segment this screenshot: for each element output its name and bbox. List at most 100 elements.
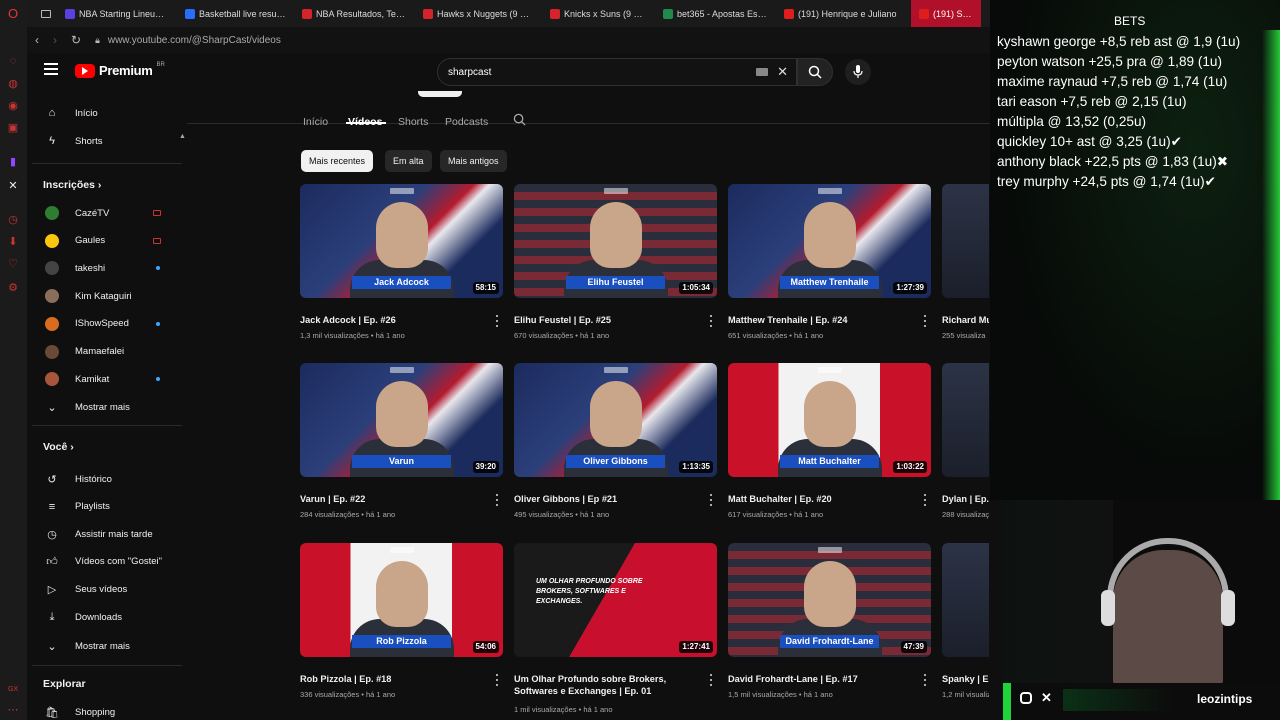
menu-icon[interactable]: [44, 63, 58, 75]
browser-tab[interactable]: Knicks x Suns (9 de jan,: [542, 0, 655, 27]
chip-mais-antigos[interactable]: Mais antigos: [440, 150, 507, 172]
sidebar-item[interactable]: ⌂ Início: [27, 101, 185, 125]
video-card[interactable]: Rob Pizzola 54:06 Rob Pizzola | Ep. #18 336…: [300, 543, 503, 708]
video-thumbnail[interactable]: Rob Pizzola 54:06: [300, 543, 503, 657]
video-title[interactable]: Richard Mu: [942, 314, 989, 326]
reload-icon[interactable]: ↻: [71, 33, 81, 47]
video-thumbnail[interactable]: Oliver Gibbons 1:13:35: [514, 363, 717, 477]
video-thumbnail[interactable]: [942, 184, 989, 298]
x-social-icon[interactable]: ✕: [6, 178, 20, 192]
sidebar-item[interactable]: Kim Kataguiri: [27, 284, 185, 308]
video-title[interactable]: Spanky | Ep. #: [942, 673, 989, 685]
browser-tab[interactable]: Hawks x Nuggets (9 de j: [415, 0, 542, 27]
voice-search-button[interactable]: [845, 59, 871, 85]
gx-icon[interactable]: GX: [6, 682, 20, 696]
tab-menu-icon[interactable]: [35, 0, 57, 27]
more-options-icon[interactable]: [495, 674, 499, 686]
sidebar-item[interactable]: ↺ Histórico: [27, 467, 185, 491]
sidebar-item[interactable]: takeshi: [27, 256, 185, 280]
video-title[interactable]: Um Olhar Profundo sobre Brokers, Softwar…: [514, 673, 704, 697]
sidebar-item[interactable]: Kamikat: [27, 367, 185, 391]
back-icon[interactable]: ‹: [35, 33, 39, 47]
sidebar-item[interactable]: ≡ Playlists: [27, 495, 185, 519]
instagram-icon[interactable]: ▣: [6, 120, 20, 134]
more-options-icon[interactable]: [495, 494, 499, 506]
sidebar-item[interactable]: IShowSpeed: [27, 312, 185, 336]
video-card[interactable]: Spanky | Ep. # 1,2 mil visualiza: [942, 543, 989, 708]
browser-tab[interactable]: (191) Henrique e Juliano: [776, 0, 911, 27]
video-thumbnail[interactable]: [942, 363, 989, 477]
sidebar-section-title[interactable]: Explorar: [43, 678, 86, 690]
video-title[interactable]: Varun | Ep. #22: [300, 493, 490, 505]
browser-tab[interactable]: (191) SharpCast: [911, 0, 981, 27]
sidebar-item[interactable]: Mamaefalei: [27, 340, 185, 364]
browser-tab[interactable]: Basketball live results &: [177, 0, 294, 27]
downloads-side-icon[interactable]: ⬇: [6, 234, 20, 248]
video-card[interactable]: Varun 39:20 Varun | Ep. #22 284 visualizaçõ…: [300, 363, 503, 528]
bookmarks-side-icon[interactable]: ♡: [6, 256, 20, 270]
video-card[interactable]: Oliver Gibbons 1:13:35 Oliver Gibbons | Ep…: [514, 363, 717, 528]
video-thumbnail[interactable]: David Frohardt-Lane 47:39: [728, 543, 931, 657]
sidebar-item[interactable]: CazéTV: [27, 201, 185, 225]
video-thumbnail[interactable]: Jack Adcock 58:15: [300, 184, 503, 298]
youtube-logo[interactable]: Premium BR: [75, 62, 165, 78]
video-card[interactable]: David Frohardt-Lane 47:39 David Frohardt-L…: [728, 543, 931, 708]
video-thumbnail[interactable]: Matthew Trenhaile 1:27:39: [728, 184, 931, 298]
video-title[interactable]: Matt Buchalter | Ep. #20: [728, 493, 918, 505]
sidebar-section-title[interactable]: Você ›: [43, 441, 74, 453]
more-options-icon[interactable]: [495, 315, 499, 327]
video-title[interactable]: Dylan | Ep. #: [942, 493, 989, 505]
video-card[interactable]: Matthew Trenhaile 1:27:39 Matthew Trenhail…: [728, 184, 931, 349]
tab-inicio[interactable]: Início: [303, 116, 328, 128]
search-input[interactable]: sharpcast ✕: [437, 58, 797, 86]
sidebar-item[interactable]: ⌄ Mostrar mais: [27, 395, 185, 419]
video-card[interactable]: Jack Adcock 58:15 Jack Adcock | Ep. #26 1,3…: [300, 184, 503, 349]
video-thumbnail[interactable]: UM OLHAR PROFUNDO SOBRE BROKERS, SOFTWAR…: [514, 543, 717, 657]
messenger-icon[interactable]: ◉: [6, 98, 20, 112]
more-options-icon[interactable]: [923, 674, 927, 686]
browser-tab[interactable]: NBA Starting Lineups: Ba: [57, 0, 177, 27]
video-card[interactable]: UM OLHAR PROFUNDO SOBRE BROKERS, SOFTWAR…: [514, 543, 717, 714]
browser-tab[interactable]: NBA Resultados, Tempo: [294, 0, 415, 27]
sidebar-section-title[interactable]: Inscrições ›: [43, 179, 101, 191]
twitch-icon[interactable]: ▮: [6, 154, 20, 168]
sidebar-item[interactable]: ⌄ Mostrar mais: [27, 634, 185, 658]
aria-icon[interactable]: ◌: [6, 54, 20, 68]
forward-icon[interactable]: ›: [53, 33, 57, 47]
video-card[interactable]: Dylan | Ep. # 288 visualizaç: [942, 363, 989, 528]
keyboard-icon[interactable]: [756, 68, 768, 76]
more-options-icon[interactable]: [709, 315, 713, 327]
more-options-icon[interactable]: [923, 494, 927, 506]
sidebar-item[interactable]: ϟ Shorts: [27, 129, 185, 153]
video-title[interactable]: Rob Pizzola | Ep. #18: [300, 673, 490, 685]
url-field[interactable]: www.youtube.com/@SharpCast/videos: [108, 35, 281, 46]
more-options-icon[interactable]: [923, 315, 927, 327]
video-thumbnail[interactable]: [942, 543, 989, 657]
video-thumbnail[interactable]: Varun 39:20: [300, 363, 503, 477]
sidebar-item[interactable]: ⤓ Downloads: [27, 605, 185, 629]
sidebar-item[interactable]: 🛍︎ Shopping: [27, 700, 185, 720]
video-title[interactable]: Jack Adcock | Ep. #26: [300, 314, 490, 326]
video-title[interactable]: David Frohardt-Lane | Ep. #17: [728, 673, 918, 685]
more-side-icon[interactable]: ⋯: [6, 702, 20, 716]
settings-side-icon[interactable]: ⚙: [6, 280, 20, 294]
video-title[interactable]: Oliver Gibbons | Ep #21: [514, 493, 704, 505]
chip-em-alta[interactable]: Em alta: [385, 150, 432, 172]
video-thumbnail[interactable]: Matt Buchalter 1:03:22: [728, 363, 931, 477]
video-card[interactable]: Richard Mu 255 visualiza: [942, 184, 989, 349]
extension-icon[interactable]: ◍: [6, 76, 20, 90]
chip-mais-recentes[interactable]: Mais recentes: [301, 150, 374, 172]
opera-logo-icon[interactable]: O: [6, 6, 20, 21]
tab-shorts[interactable]: Shorts: [398, 116, 428, 128]
search-button[interactable]: [797, 58, 833, 86]
video-card[interactable]: Matt Buchalter 1:03:22 Matt Buchalter | Ep…: [728, 363, 931, 528]
sidebar-item[interactable]: 👍︎ Vídeos com "Gostei": [27, 550, 185, 574]
more-options-icon[interactable]: [709, 674, 713, 686]
video-thumbnail[interactable]: Elihu Feustel 1:05:34: [514, 184, 717, 298]
browser-tab[interactable]: bet365 - Apostas Esport: [655, 0, 776, 27]
video-title[interactable]: Elihu Feustel | Ep. #25: [514, 314, 704, 326]
history-side-icon[interactable]: ◷: [6, 212, 20, 226]
video-title[interactable]: Matthew Trenhaile | Ep. #24: [728, 314, 918, 326]
tab-podcasts[interactable]: Podcasts: [445, 116, 488, 128]
sidebar-item[interactable]: ▷ Seus vídeos: [27, 577, 185, 601]
